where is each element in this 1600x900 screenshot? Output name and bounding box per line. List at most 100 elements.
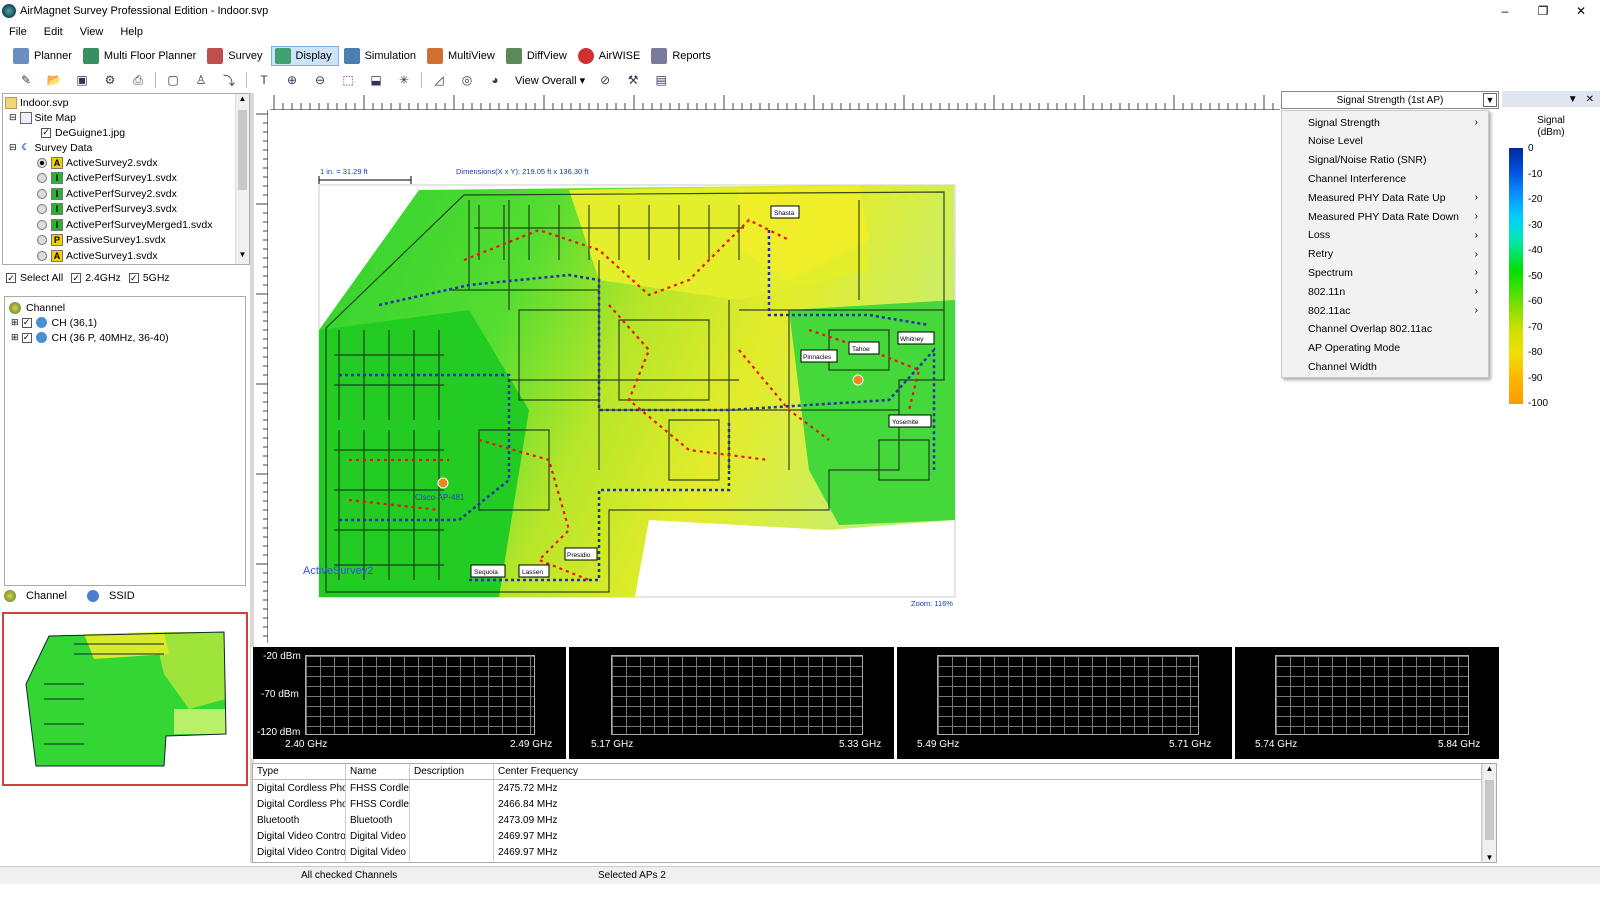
table-cell[interactable] <box>410 812 494 829</box>
channel-root[interactable]: Channel <box>9 300 65 315</box>
frame-icon[interactable]: ▢ <box>164 72 182 88</box>
table-cell[interactable]: Digital Cordless Phon... <box>253 780 346 796</box>
table-cell[interactable]: FHSS Cordles... <box>346 796 410 813</box>
survey-item[interactable]: A ActiveSurvey1.svdx <box>37 248 158 263</box>
tab-display[interactable]: Display <box>270 46 339 66</box>
radio-button[interactable] <box>37 157 47 168</box>
table-cell[interactable] <box>410 780 494 796</box>
spectrum-panel[interactable]: 5.49 GHz 5.71 GHz <box>897 647 1232 759</box>
table-cell[interactable]: 2469.97 MHz <box>494 844 1482 861</box>
measure-icon[interactable]: ◿ <box>430 72 448 88</box>
table-cell[interactable]: Digital Video Controller <box>253 844 346 861</box>
table-cell[interactable] <box>410 796 494 813</box>
table-header[interactable]: Type <box>253 764 346 780</box>
radio-button[interactable] <box>37 204 47 214</box>
table-cell[interactable]: Bluetooth <box>346 812 410 829</box>
survey-item[interactable]: I ActivePerfSurvey1.svdx <box>37 171 177 186</box>
tab-survey[interactable]: Survey <box>204 46 268 66</box>
minimize-button[interactable]: – <box>1486 0 1524 21</box>
display-menu-item[interactable]: Spectrum › <box>1282 263 1488 282</box>
display-menu-item[interactable]: AP Operating Mode <box>1282 339 1488 358</box>
pin-dropdown-icon[interactable]: ▼ <box>1568 94 1578 105</box>
close-button[interactable]: ✕ <box>1562 0 1600 21</box>
menu-file[interactable]: File <box>0 26 35 38</box>
save-icon[interactable]: ▣ <box>73 72 91 88</box>
table-cell[interactable]: Digital Video Controller <box>253 828 346 845</box>
display-menu-item[interactable]: Measured PHY Data Rate Up › <box>1282 188 1488 207</box>
menu-edit[interactable]: Edit <box>35 26 71 38</box>
spectrum-panel[interactable]: 5.74 GHz 5.84 GHz <box>1235 647 1499 759</box>
table-header[interactable]: Description <box>410 764 494 780</box>
display-menu-item[interactable]: Signal/Noise Ratio (SNR) <box>1282 151 1488 170</box>
zoom-in-icon[interactable]: ⊕ <box>283 72 301 88</box>
heatmap-icon[interactable]: ◕ <box>486 72 504 88</box>
collapse-icon[interactable]: ⊟ <box>9 142 17 153</box>
display-mode-dropdown[interactable]: Signal Strength (1st AP) ▼ <box>1281 91 1499 109</box>
table-cell[interactable]: Digital Cordless Phon... <box>253 796 346 813</box>
collapse-icon[interactable]: ⊟ <box>9 112 17 123</box>
tree-site-map-file[interactable]: ✓ DeGuigne1.jpg <box>41 125 125 140</box>
tab-diffview[interactable]: DiffView <box>503 46 573 66</box>
display-menu-item[interactable]: 802.11n › <box>1282 282 1488 301</box>
restore-button[interactable]: ❐ <box>1524 0 1562 21</box>
radio-button[interactable] <box>37 250 47 261</box>
compass-icon[interactable]: ⊘ <box>596 72 614 88</box>
display-menu-item[interactable]: Signal Strength › <box>1282 113 1488 132</box>
table-cell[interactable] <box>410 844 494 861</box>
checkbox[interactable]: ✓ <box>71 273 82 283</box>
survey-item[interactable]: P PassiveSurvey1.svdx <box>37 233 166 248</box>
fit-page-icon[interactable]: ⬚ <box>339 72 357 88</box>
view-overall-dropdown[interactable]: View Overall ▾ <box>515 74 585 87</box>
tab-multiview[interactable]: MultiView <box>424 46 501 66</box>
checkbox[interactable]: ✓ <box>41 127 51 138</box>
tab-channel[interactable]: Channel <box>4 590 77 602</box>
display-menu-item[interactable]: Retry › <box>1282 245 1488 264</box>
tab-simulation[interactable]: Simulation <box>341 46 422 66</box>
radio-button[interactable] <box>37 219 47 230</box>
table-header[interactable]: Name <box>346 764 410 780</box>
tree-scrollbar[interactable]: ▲ ▼ <box>235 94 249 264</box>
table-cell[interactable]: 2473.09 MHz <box>494 812 1482 829</box>
chevron-down-icon[interactable]: ▼ <box>1483 93 1497 107</box>
expand-icon[interactable]: ⊞ <box>11 332 19 343</box>
radio-button[interactable] <box>37 173 47 183</box>
open-folder-icon[interactable]: 📂 <box>45 72 63 88</box>
table-cell[interactable]: Bluetooth <box>253 812 346 829</box>
fit-width-icon[interactable]: ⬓ <box>367 72 385 88</box>
display-menu-item[interactable]: Measured PHY Data Rate Down › <box>1282 207 1488 226</box>
globe-icon[interactable]: ◎ <box>458 72 476 88</box>
settings-gear-icon[interactable]: ⚙ <box>101 72 119 88</box>
table-cell[interactable]: FHSS Cordles... <box>346 780 410 796</box>
tab-airwise[interactable]: AirWISE <box>575 46 647 66</box>
wand-icon[interactable]: ✎ <box>17 72 35 88</box>
table-cell[interactable]: 2469.97 MHz <box>494 828 1482 845</box>
close-icon[interactable]: ✕ <box>1586 94 1594 105</box>
5ghz-checkbox[interactable]: ✓ 5GHz <box>128 272 170 284</box>
radio-button[interactable] <box>37 235 47 245</box>
tree-site-map[interactable]: ⊟ Site Map <box>9 110 76 125</box>
tree-root[interactable]: Indoor.svp <box>5 95 68 110</box>
checkbox[interactable]: ✓ <box>21 332 32 343</box>
tab-planner[interactable]: Planner <box>10 46 78 66</box>
ap-tool-icon[interactable]: ✳ <box>395 72 413 88</box>
text-tool-icon[interactable]: T <box>255 72 273 88</box>
curve-icon[interactable]: ⤵ <box>220 72 238 88</box>
survey-item[interactable]: I ActivePerfSurvey2.svdx <box>37 186 177 201</box>
select-all-checkbox[interactable]: ✓ Select All <box>6 272 63 284</box>
survey-item[interactable]: I ActivePerfSurveyMerged1.svdx <box>37 217 212 232</box>
access-point-marker[interactable] <box>437 477 449 489</box>
display-menu-item[interactable]: Channel Interference <box>1282 169 1488 188</box>
display-menu-item[interactable]: Channel Overlap 802.11ac <box>1282 320 1488 339</box>
table-cell[interactable]: 2475.72 MHz <box>494 780 1482 796</box>
tab-multi-floor-planner[interactable]: Multi Floor Planner <box>80 46 202 66</box>
table-cell[interactable]: Digital Video ... <box>346 844 410 861</box>
channel-item[interactable]: ⊞ ✓ CH (36 P, 40MHz, 36-40) <box>11 330 169 345</box>
table-scrollbar[interactable]: ▲ ▼ <box>1482 764 1496 862</box>
spectrum-panel[interactable]: 5.17 GHz 5.33 GHz <box>569 647 894 759</box>
display-menu-item[interactable]: 802.11ac › <box>1282 301 1488 320</box>
print-icon[interactable]: ⎙ <box>129 72 147 88</box>
walker-icon[interactable]: ♙ <box>192 72 210 88</box>
menu-help[interactable]: Help <box>111 26 151 38</box>
display-menu-item[interactable]: Loss › <box>1282 226 1488 245</box>
map-thumbnail[interactable] <box>2 612 248 786</box>
